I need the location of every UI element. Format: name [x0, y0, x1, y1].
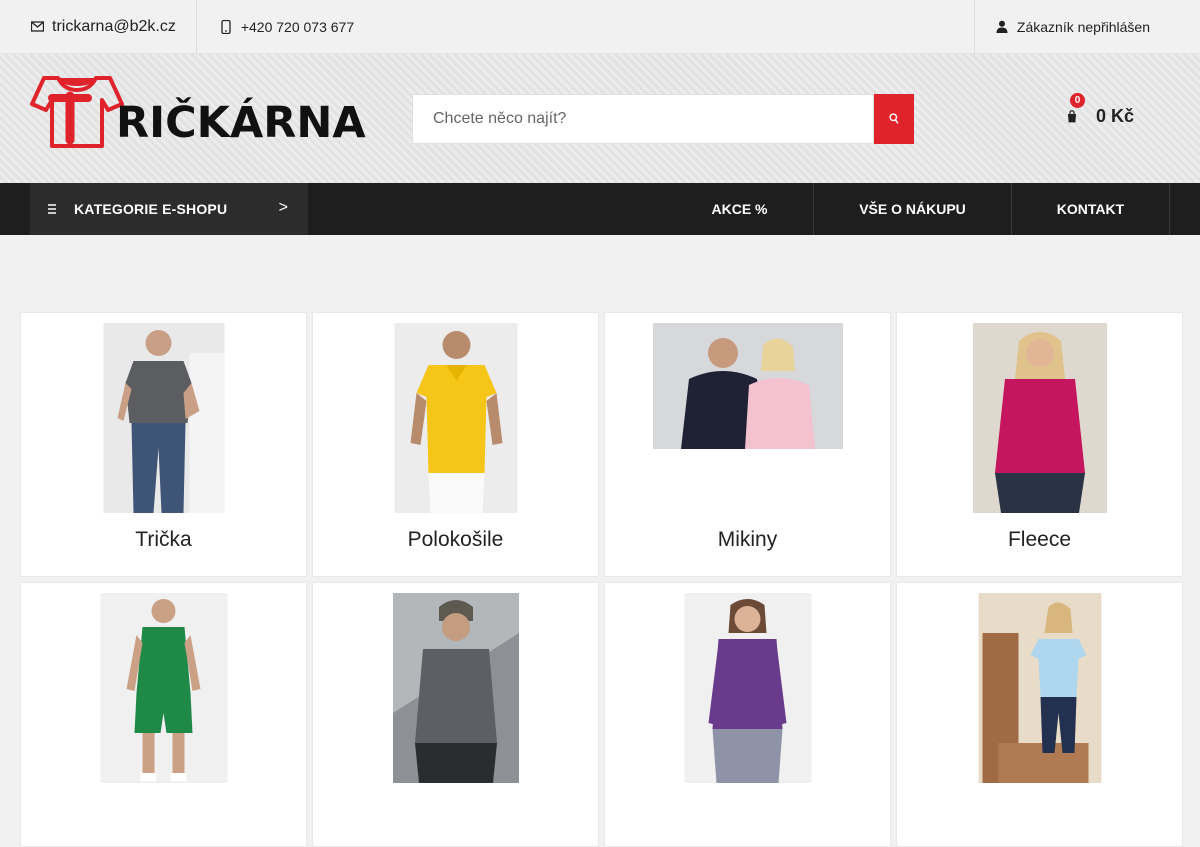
cart-icon: 0: [1062, 92, 1085, 127]
category-grid: Trička Polokošile Mikiny Fleece: [20, 312, 1183, 847]
envelope-icon: [30, 20, 44, 34]
header: RIČKÁRNA 0 0 Kč: [0, 54, 1200, 183]
category-card-8[interactable]: [896, 582, 1183, 847]
category-card-7[interactable]: [604, 582, 891, 847]
category-title: Trička: [135, 528, 192, 551]
category-image-tricka: [103, 323, 224, 513]
category-title: Mikiny: [717, 528, 778, 551]
nav-link-akce[interactable]: AKCE %: [666, 183, 814, 235]
contact-email[interactable]: trickarna@b2k.cz: [0, 0, 197, 54]
category-image-fleece: [972, 323, 1107, 513]
categories-menu-button[interactable]: KATEGORIE E-SHOPU >: [30, 183, 308, 235]
category-card-6[interactable]: [312, 582, 599, 847]
categories-label: KATEGORIE E-SHOPU: [74, 201, 228, 217]
category-card-mikiny[interactable]: Mikiny: [604, 312, 891, 577]
search-icon: [889, 113, 899, 124]
tshirt-logo-icon: [30, 76, 124, 148]
category-image-mikiny: [652, 323, 843, 449]
nav-link-vse-o-nakupu[interactable]: VŠE O NÁKUPU: [814, 183, 1012, 235]
nav-link-kontakt[interactable]: KONTAKT: [1012, 183, 1170, 235]
cart[interactable]: 0 0 Kč: [1062, 92, 1135, 127]
login-status: Zákazník nepřihlášen: [1016, 18, 1150, 35]
category-image-polokosile: [394, 323, 517, 513]
cart-total: 0 Kč: [1096, 106, 1135, 126]
category-card-5[interactable]: [20, 582, 307, 847]
contact-phone[interactable]: +420 720 073 677: [197, 0, 374, 54]
category-card-fleece[interactable]: Fleece: [896, 312, 1183, 577]
category-image-softshell: [392, 593, 519, 783]
category-image-kids-tshirt: [978, 593, 1101, 783]
category-card-tricka[interactable]: Trička: [20, 312, 307, 577]
top-bar: trickarna@b2k.cz +420 720 073 677 Zákazn…: [0, 0, 1200, 54]
category-title: Fleece: [1007, 528, 1072, 551]
menu-icon: [48, 204, 56, 214]
nav-links: AKCE % VŠE O NÁKUPU KONTAKT: [666, 183, 1170, 235]
search-button[interactable]: [874, 94, 914, 144]
search-bar: [412, 94, 914, 144]
chevron-right-icon: >: [278, 199, 288, 216]
search-input[interactable]: [412, 94, 874, 144]
user-icon: [995, 20, 1009, 34]
email-text: trickarna@b2k.cz: [52, 17, 176, 35]
main-nav: KATEGORIE E-SHOPU > AKCE % VŠE O NÁKUPU …: [0, 183, 1200, 235]
logo[interactable]: RIČKÁRNA: [30, 70, 366, 150]
category-title: Polokošile: [407, 528, 504, 551]
category-image-shirt: [684, 593, 811, 783]
category-card-polokosile[interactable]: Polokošile: [312, 312, 599, 577]
cart-count-badge: 0: [1070, 92, 1085, 108]
phone-icon: [219, 19, 233, 34]
category-image-basketball: [100, 593, 227, 783]
logo-text: RIČKÁRNA: [116, 98, 366, 148]
phone-text: +420 720 073 677: [240, 18, 355, 35]
login-link[interactable]: Zákazník nepřihlášen: [973, 0, 1200, 54]
